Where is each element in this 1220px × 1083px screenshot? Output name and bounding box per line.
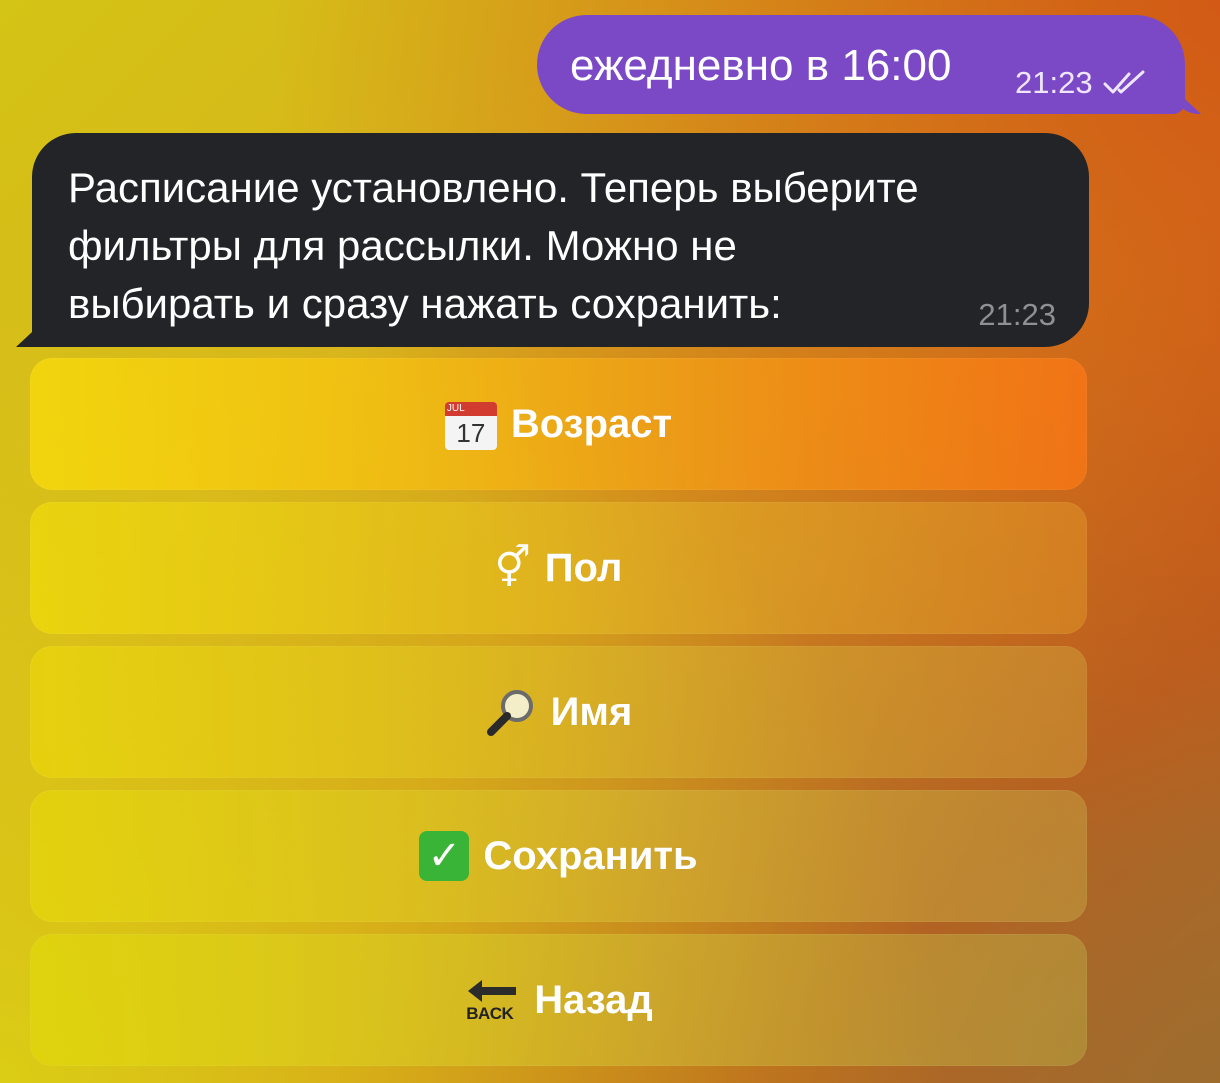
inline-button-gender[interactable]: ⚥ Пол <box>30 502 1087 634</box>
outgoing-message-bubble[interactable]: ежедневно в 16:00 21:23 <box>537 15 1185 114</box>
outgoing-message-text: ежедневно в 16:00 <box>570 41 952 90</box>
inline-button-save[interactable]: ✓ Сохранить <box>30 790 1087 922</box>
inline-button-back[interactable]: BACK Назад <box>30 934 1087 1066</box>
inline-button-label: Сохранить <box>483 833 698 878</box>
incoming-message-time: 21:23 <box>978 297 1056 332</box>
incoming-message-text: Расписание установлено. Теперь выберите … <box>68 164 919 327</box>
outgoing-message-time: 21:23 <box>1015 65 1093 100</box>
inline-button-label: Пол <box>544 545 623 590</box>
incoming-message-bubble[interactable]: Расписание установлено. Теперь выберите … <box>32 133 1089 347</box>
check-mark-button-icon: ✓ <box>419 831 470 881</box>
inline-button-name[interactable]: Имя <box>30 646 1087 778</box>
double-check-icon <box>1103 70 1145 94</box>
magnifier-icon <box>485 686 537 738</box>
inline-button-label: Имя <box>550 689 633 734</box>
inline-button-label: Возраст <box>510 401 673 446</box>
calendar-icon: JUL 17 <box>444 398 497 450</box>
inline-button-age[interactable]: JUL 17 Возраст <box>30 358 1087 490</box>
inline-button-label: Назад <box>534 977 653 1022</box>
gender-icon: ⚥ <box>494 546 531 590</box>
back-arrow-icon: BACK <box>464 976 520 1024</box>
outgoing-message-meta: 21:23 <box>1015 65 1147 101</box>
